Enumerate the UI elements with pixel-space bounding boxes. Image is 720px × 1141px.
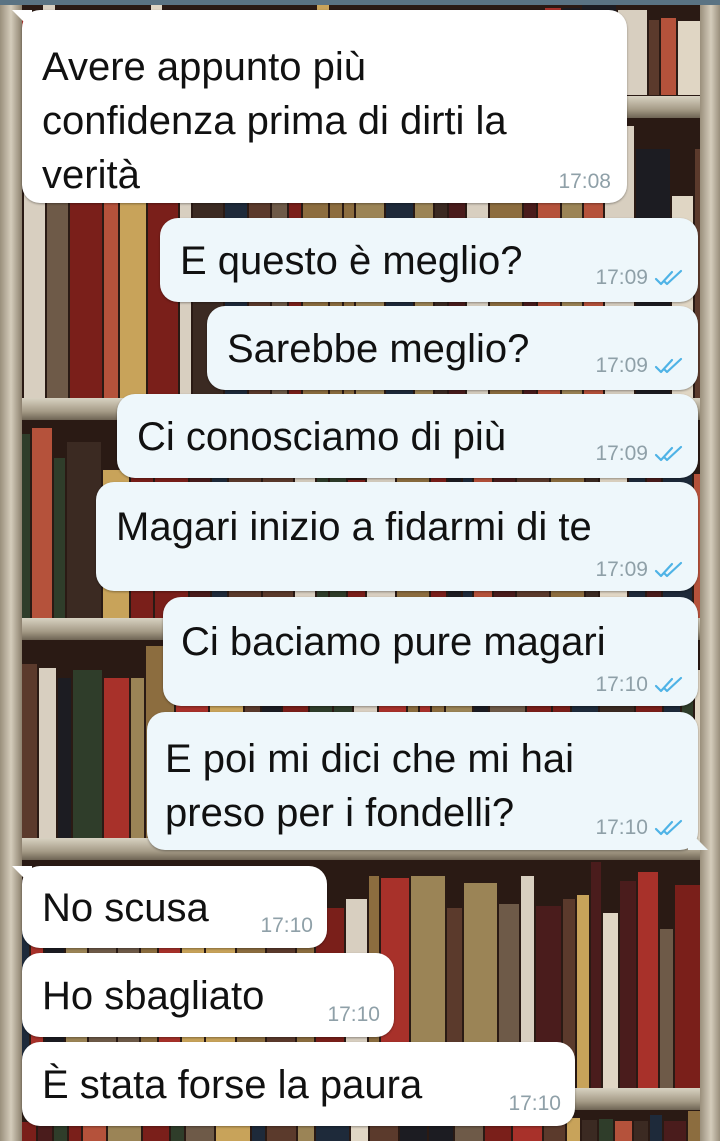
message-bubble-outgoing[interactable]: Magari inizio a fidarmi di te 17:09: [96, 482, 698, 591]
bubble-tail: [12, 866, 32, 886]
message-meta: 17:09: [595, 354, 684, 378]
double-check-icon: [654, 357, 684, 375]
double-check-icon: [654, 269, 684, 287]
message-bubble-outgoing[interactable]: Ci conosciamo di più 17:09: [117, 394, 698, 478]
message-bubble-incoming[interactable]: Ho sbagliato 17:10: [22, 953, 394, 1037]
message-text: No scusa: [42, 886, 209, 930]
message-bubble-incoming[interactable]: Avere appunto più confidenza prima di di…: [12, 10, 627, 203]
message-time: 17:09: [595, 558, 648, 581]
message-time: 17:10: [508, 1092, 561, 1115]
message-time: 17:10: [327, 1003, 380, 1026]
message-bubble-outgoing[interactable]: Sarebbe meglio? 17:09: [207, 306, 698, 390]
message-meta: 17:10: [327, 1003, 380, 1027]
message-meta: 17:08: [558, 170, 611, 194]
double-check-icon: [654, 676, 684, 694]
message-meta: 17:10: [508, 1092, 561, 1116]
bubble-tail: [688, 830, 708, 850]
message-meta: 17:09: [595, 558, 684, 582]
message-text: E questo è meglio?: [180, 239, 523, 283]
message-text: Ho sbagliato: [42, 974, 265, 1018]
message-meta: 17:10: [595, 816, 684, 840]
message-bubble-incoming[interactable]: No scusa 17:10: [12, 866, 327, 948]
message-time: 17:09: [595, 442, 648, 465]
message-text: Ci conosciamo di più: [137, 415, 507, 459]
double-check-icon: [654, 561, 684, 579]
message-meta: 17:09: [595, 266, 684, 290]
double-check-icon: [654, 445, 684, 463]
message-bubble-outgoing[interactable]: E questo è meglio? 17:09: [160, 218, 698, 302]
message-text: Avere appunto più confidenza prima di di…: [42, 45, 507, 197]
chat-message-list[interactable]: Avere appunto più confidenza prima di di…: [0, 0, 720, 1141]
message-text: È stata forse la paura: [42, 1063, 423, 1107]
double-check-icon: [654, 819, 684, 837]
message-time: 17:09: [595, 354, 648, 377]
message-text: Magari inizio a fidarmi di te: [116, 505, 592, 549]
bubble-tail: [12, 10, 32, 30]
message-bubble-outgoing[interactable]: Ci baciamo pure magari 17:10: [163, 597, 698, 706]
message-bubble-outgoing[interactable]: E poi mi dici che mi hai preso per i fon…: [147, 712, 708, 850]
message-meta: 17:10: [595, 673, 684, 697]
message-text: E poi mi dici che mi hai preso per i fon…: [165, 737, 575, 835]
message-time: 17:10: [260, 914, 313, 937]
message-time: 17:10: [595, 673, 648, 696]
message-meta: 17:09: [595, 442, 684, 466]
message-meta: 17:10: [260, 914, 313, 938]
message-text: Ci baciamo pure magari: [181, 620, 606, 664]
message-time: 17:08: [558, 170, 611, 193]
message-time: 17:10: [595, 816, 648, 839]
message-text: Sarebbe meglio?: [227, 327, 530, 371]
message-time: 17:09: [595, 266, 648, 289]
message-bubble-incoming[interactable]: È stata forse la paura 17:10: [22, 1042, 575, 1126]
